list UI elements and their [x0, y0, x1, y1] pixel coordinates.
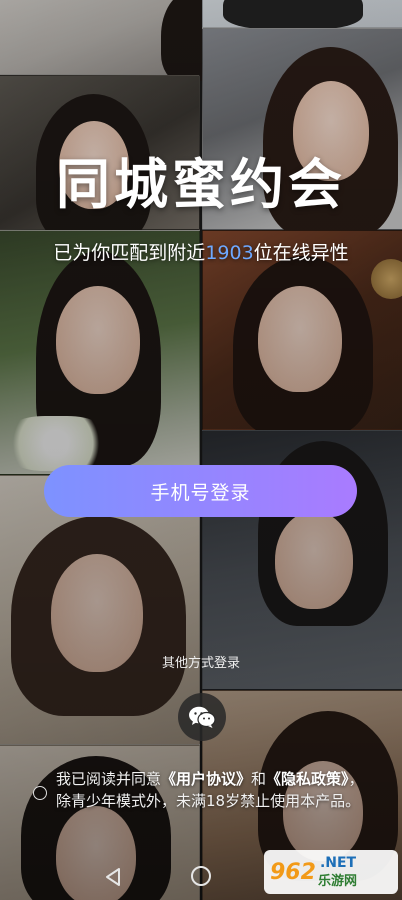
- agreement-prefix: 我已阅读并同意: [56, 770, 162, 788]
- watermark-domain: .NET: [319, 854, 357, 871]
- home-circle-icon[interactable]: [191, 866, 211, 886]
- agreement-text: 我已阅读并同意《用户协议》和《隐私政策》，除青少年模式外，未满18岁禁止使用本产…: [32, 768, 377, 812]
- user-agreement-link[interactable]: 《用户协议》: [161, 770, 251, 788]
- back-triangle-icon[interactable]: [104, 867, 122, 887]
- subtitle-prefix: 已为你匹配到附近: [53, 242, 206, 264]
- privacy-policy-link[interactable]: 《隐私政策》: [266, 770, 349, 788]
- watermark-site-name: 乐游网: [317, 873, 357, 889]
- subtitle-suffix: 位在线异性: [253, 242, 349, 264]
- match-subtitle: 已为你匹配到附近1903位在线异性: [0, 238, 402, 265]
- other-login-label: 其他方式登录: [161, 656, 240, 671]
- agreement-and: 和: [251, 770, 267, 788]
- watermark-number: 962: [270, 859, 316, 885]
- photo-mosaic-background: [0, 0, 402, 900]
- wechat-icon: [189, 706, 216, 728]
- match-count: 1903: [205, 242, 254, 264]
- app-title: 同城蜜约会: [56, 153, 346, 216]
- phone-login-button[interactable]: 手机号登录: [44, 465, 357, 517]
- wechat-login-button[interactable]: [178, 693, 226, 741]
- site-watermark: 962 .NET 乐游网: [264, 850, 398, 894]
